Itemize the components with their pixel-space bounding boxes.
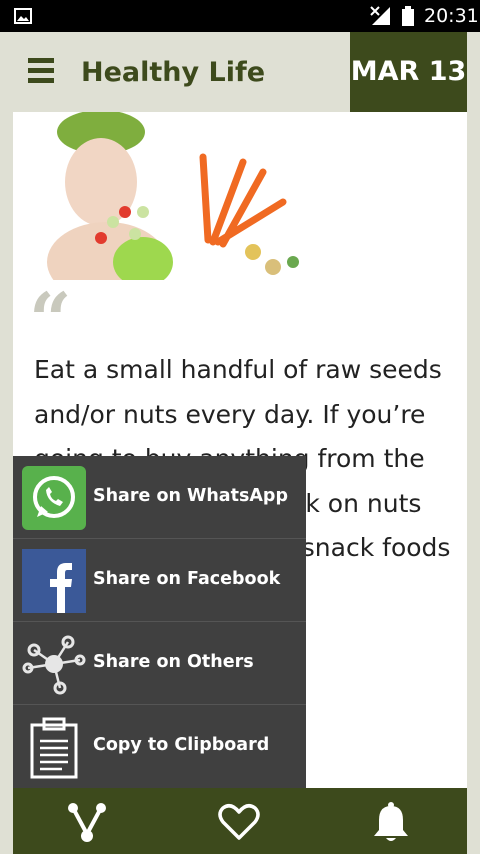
quote-mark: “ (29, 278, 72, 364)
share-others-button[interactable]: Share on Others (13, 622, 306, 705)
facebook-icon (22, 549, 86, 613)
bell-icon[interactable] (369, 800, 413, 844)
hero-image (47, 112, 299, 280)
clipboard-icon (30, 717, 78, 779)
app-header: Healthy Life MAR 13 (0, 32, 480, 112)
heart-icon[interactable] (217, 800, 261, 844)
signal-icon (370, 6, 390, 25)
image-notification-icon (14, 8, 32, 24)
date-badge: MAR 13 (350, 32, 467, 112)
copy-clipboard-label: Copy to Clipboard (93, 735, 270, 755)
copy-clipboard-button[interactable]: Copy to Clipboard (13, 705, 306, 788)
share-facebook-label: Share on Facebook (93, 569, 281, 589)
app-title: Healthy Life (81, 57, 266, 88)
share-facebook-button[interactable]: Share on Facebook (13, 539, 306, 622)
share-others-label: Share on Others (93, 652, 254, 672)
whatsapp-icon (22, 466, 86, 530)
clock: 20:31 (424, 5, 479, 27)
share-menu: Share on WhatsApp Share on Facebook Shar… (13, 456, 306, 788)
share-icon[interactable] (65, 800, 109, 844)
share-whatsapp-button[interactable]: Share on WhatsApp (13, 456, 306, 539)
share-whatsapp-label: Share on WhatsApp (93, 486, 288, 506)
share-network-icon (22, 635, 86, 695)
bottom-nav (13, 788, 467, 854)
status-bar: 20:31 (0, 0, 480, 32)
hamburger-menu-icon[interactable] (28, 58, 54, 84)
battery-icon (402, 6, 414, 26)
